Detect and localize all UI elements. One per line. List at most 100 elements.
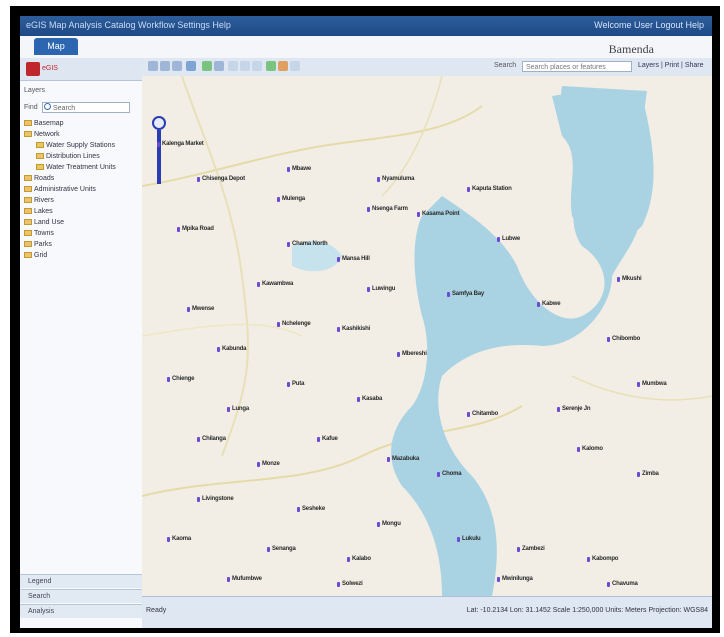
map-label[interactable]: Mulenga [282,196,305,202]
map-label[interactable]: Kabompo [592,556,618,562]
search-icon[interactable] [44,103,51,110]
toolbar-links[interactable]: Layers | Print | Share [638,62,704,69]
tree-item[interactable]: Grid [24,250,140,261]
map-label[interactable]: Mbawe [292,166,311,172]
map-label[interactable]: Kalomo [582,446,603,452]
map-label[interactable]: Chavuma [612,581,638,587]
map-marker-icon[interactable] [157,142,160,147]
export-icon[interactable] [266,61,276,71]
map-marker-icon[interactable] [287,242,290,247]
tree-item[interactable]: Lakes [24,206,140,217]
map-marker-icon[interactable] [497,237,500,242]
select-icon[interactable] [186,61,196,71]
map-marker-icon[interactable] [227,407,230,412]
map-marker-icon[interactable] [357,397,360,402]
map-label[interactable]: Kasaba [362,396,382,402]
map-label[interactable]: Luwingu [372,286,395,292]
zoom-bar[interactable] [157,130,161,184]
map-label[interactable]: Kasama Point [422,211,459,217]
help-icon[interactable] [290,61,300,71]
map-label[interactable]: Kabwe [542,301,561,307]
map-marker-icon[interactable] [337,582,340,587]
draw-icon[interactable] [240,61,250,71]
map-label[interactable]: Puta [292,381,304,387]
map-marker-icon[interactable] [267,547,270,552]
map-marker-icon[interactable] [497,577,500,582]
map-label[interactable]: Kalenga Market [162,141,204,147]
map-marker-icon[interactable] [317,437,320,442]
map-label[interactable]: Mbereshi [402,351,427,357]
sidebar-footer-legend[interactable]: Legend [20,574,142,588]
map-label[interactable]: Solwezi [342,581,363,587]
sidebar-search-input[interactable]: Search [42,102,130,113]
map-marker-icon[interactable] [467,412,470,417]
map-marker-icon[interactable] [457,537,460,542]
toolbar-search-input[interactable]: Search places or features [522,61,632,72]
map-label[interactable]: Livingstone [202,496,234,502]
refresh-icon[interactable] [202,61,212,71]
map-label[interactable]: Mpika Road [182,226,214,232]
map-marker-icon[interactable] [467,187,470,192]
tree-item[interactable]: Parks [24,239,140,250]
tree-item[interactable]: Roads [24,173,140,184]
sidebar-footer-analysis[interactable]: Analysis [20,604,142,618]
map-label[interactable]: Chama North [292,241,328,247]
map-label[interactable]: Mongu [382,521,401,527]
tree-item[interactable]: Water Treatment Units [24,162,140,173]
map-label[interactable]: Mumbwa [642,381,667,387]
map-label[interactable]: Nyamuluma [382,176,414,182]
zoom-out-icon[interactable] [172,61,182,71]
map-label[interactable]: Mkushi [622,276,642,282]
map-label[interactable]: Mufumbwe [232,576,262,582]
tree-item[interactable]: Network [24,129,140,140]
map-marker-icon[interactable] [187,307,190,312]
map-marker-icon[interactable] [337,257,340,262]
map-marker-icon[interactable] [447,292,450,297]
map-marker-icon[interactable] [257,462,260,467]
map-label[interactable]: Zambezi [522,546,545,552]
map-marker-icon[interactable] [537,302,540,307]
pan-icon[interactable] [148,61,158,71]
map-label[interactable]: Chitambo [472,411,498,417]
map-marker-icon[interactable] [577,447,580,452]
map-marker-icon[interactable] [377,522,380,527]
tree-item[interactable]: Distribution Lines [24,151,140,162]
map-label[interactable]: Chisenga Depot [202,176,245,182]
map-marker-icon[interactable] [377,177,380,182]
measure-icon[interactable] [228,61,238,71]
map-label[interactable]: Kawambwa [262,281,293,287]
tree-item[interactable]: Rivers [24,195,140,206]
map-label[interactable]: Lubwe [502,236,520,242]
map-label[interactable]: Lukulu [462,536,481,542]
map-marker-icon[interactable] [297,507,300,512]
tree-item[interactable]: Land Use [24,217,140,228]
map-label[interactable]: Mwinilunga [502,576,533,582]
map-canvas[interactable]: Kalenga Market Mbawe Nyamuluma Chisenga Dep… [142,76,712,596]
map-marker-icon[interactable] [177,227,180,232]
map-marker-icon[interactable] [607,582,610,587]
map-marker-icon[interactable] [287,167,290,172]
map-marker-icon[interactable] [277,322,280,327]
map-marker-icon[interactable] [617,277,620,282]
map-label[interactable]: Chienge [172,376,194,382]
map-marker-icon[interactable] [557,407,560,412]
map-marker-icon[interactable] [367,287,370,292]
tree-item[interactable]: Water Supply Stations [24,140,140,151]
map-marker-icon[interactable] [437,472,440,477]
map-marker-icon[interactable] [197,177,200,182]
map-marker-icon[interactable] [337,327,340,332]
map-label[interactable]: Nsenga Farm [372,206,408,212]
map-label[interactable]: Choma [442,471,462,477]
map-marker-icon[interactable] [637,382,640,387]
tree-item[interactable]: Administrative Units [24,184,140,195]
map-marker-icon[interactable] [167,537,170,542]
tree-item[interactable]: Basemap [24,118,140,129]
tab-map[interactable]: Map [34,38,78,55]
map-label[interactable]: Kalabo [352,556,371,562]
map-marker-icon[interactable] [587,557,590,562]
map-marker-icon[interactable] [167,377,170,382]
map-marker-icon[interactable] [197,497,200,502]
zoom-knob[interactable] [152,116,166,130]
map-marker-icon[interactable] [197,437,200,442]
map-label[interactable]: Senanga [272,546,296,552]
